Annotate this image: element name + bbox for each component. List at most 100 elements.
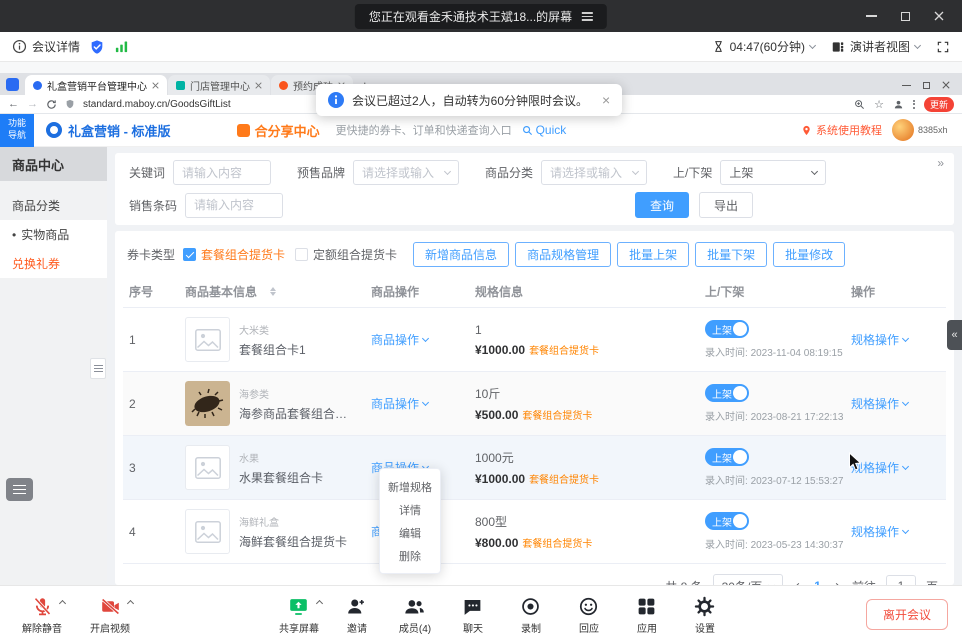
apps-button[interactable]: 应用 [619,594,675,635]
members-button[interactable]: 成员(4) [387,594,443,635]
mic-off-icon [32,596,53,617]
quick-link[interactable]: Quick [522,123,567,137]
close-icon[interactable] [942,81,950,89]
sidebar-item-label: 实物商品 [21,226,69,243]
share-screen-button[interactable]: 共享屏幕 [271,594,327,635]
shelf-toggle[interactable]: 上架 [705,512,749,530]
goto-page-input[interactable] [886,575,916,585]
share-center-link[interactable]: 合分享中心 [255,121,320,140]
close-button[interactable] [924,4,954,28]
tab-close-icon[interactable] [255,82,262,89]
keyword-input[interactable] [173,160,271,185]
url-field[interactable]: standard.maboy.cn/GoodsGiftList [83,99,231,110]
brand-select[interactable]: 请选择或输入 [353,160,459,185]
fullscreen-icon[interactable] [936,40,950,54]
share-menu-icon[interactable] [582,12,593,21]
right-panel-toggle[interactable]: « [947,320,962,350]
unmute-button[interactable]: 解除静音 [14,594,70,635]
notice-close-icon[interactable]: × [602,93,610,107]
share-options-chevron[interactable] [316,599,323,606]
bookmark-star-icon[interactable]: ☆ [874,98,884,111]
product-operation-link[interactable]: 商品操作 [371,395,428,412]
menu-item-delete[interactable]: 删除 [380,544,440,567]
spec-operation-link[interactable]: 规格操作 [851,459,908,476]
invite-button[interactable]: 邀请 [329,594,385,635]
image-placeholder-icon [195,329,221,351]
category-select[interactable]: 请选择或输入 [541,160,647,185]
refresh-icon[interactable] [46,99,57,110]
shelf-select[interactable]: 上架 [720,160,826,185]
tutorial-link[interactable]: 系统使用教程 [801,122,882,138]
maximize-button[interactable] [890,4,920,28]
batch-edit-button[interactable]: 批量修改 [773,242,845,267]
sort-icon[interactable] [270,287,276,296]
tab-close-icon[interactable] [152,82,159,89]
shelf-toggle[interactable]: 上架 [705,320,749,338]
close-icon [934,11,944,21]
checkbox-package-card[interactable] [183,248,196,261]
view-mode-dropdown[interactable]: 演讲者视图 [831,38,920,55]
shelf-toggle[interactable]: 上架 [705,448,749,466]
settings-button[interactable]: 设置 [677,594,733,635]
add-product-button[interactable]: 新增商品信息 [413,242,509,267]
tab-title: 门店管理中心 [190,78,250,93]
page-size-select[interactable]: 30条/页 [713,574,784,585]
browser-logo-icon[interactable] [6,78,19,91]
spec-operation-link[interactable]: 规格操作 [851,331,908,348]
nav-toggle-tab[interactable]: 功能导航 [0,114,34,147]
browser-menu-icon[interactable] [913,100,915,109]
spec-operation-link[interactable]: 规格操作 [851,395,908,412]
sidebar-item-category[interactable]: 商品分类 [0,191,107,220]
menu-item-edit[interactable]: 编辑 [380,521,440,544]
product-operation-link[interactable]: 商品操作 [371,331,428,348]
sidebar-item-physical-goods[interactable]: • 实物商品 [0,220,107,249]
column-header: 商品基本信息 [185,283,257,300]
camera-options-chevron[interactable] [127,599,134,606]
collapse-panel-icon[interactable]: » [937,156,944,170]
menu-item-details[interactable]: 详情 [380,498,440,521]
avatar[interactable] [892,119,914,141]
bullet-icon: • [12,228,16,242]
sidebar-item-gift-vouchers[interactable]: 兑换礼券 [0,249,107,278]
shelf-toggle[interactable]: 上架 [705,384,749,402]
security-shield-icon[interactable] [89,39,105,55]
browser-tab-active[interactable]: 礼盒营销平台管理中心 [25,75,167,95]
column-header: 操作 [845,276,946,307]
meeting-timer-dropdown[interactable]: 04:47(60分钟) [712,38,815,55]
product-image [185,381,230,426]
chat-button[interactable]: 聊天 [445,594,501,635]
user-icon[interactable] [893,99,904,110]
checkbox-fixed-card[interactable] [295,248,308,261]
forward-icon[interactable]: → [27,99,38,110]
sidebar-collapse-handle[interactable] [90,358,106,379]
minimize-button[interactable] [856,4,886,28]
browser-tab[interactable]: 门店管理中心 [168,75,270,95]
maximize-icon[interactable] [923,82,930,89]
reaction-button[interactable]: 回应 [561,594,617,635]
web-page: 功能导航 礼盒营销 - 标准版 合分享中心 更快捷的券卡、订单和快递查询入口 Q… [0,114,962,585]
barcode-input[interactable] [185,193,283,218]
start-video-button[interactable]: 开启视频 [82,594,138,635]
spec-operation-link[interactable]: 规格操作 [851,523,908,540]
search-plus-icon[interactable] [854,99,865,110]
page-info-icon[interactable] [65,99,75,109]
batch-on-shelf-button[interactable]: 批量上架 [617,242,689,267]
menu-item-add-spec[interactable]: 新增规格 [380,475,440,498]
search-button[interactable]: 查询 [635,192,689,218]
table-row: 1 大米类 套餐组合卡1 商品操作 [123,308,946,372]
back-icon[interactable]: ← [8,99,19,110]
invite-icon [346,596,367,617]
spec-manage-button[interactable]: 商品规格管理 [515,242,611,267]
mic-options-chevron[interactable] [59,599,66,606]
record-button[interactable]: 录制 [503,594,559,635]
minimize-icon[interactable] [902,85,911,86]
floating-list-widget[interactable] [6,478,33,501]
meeting-details-button[interactable]: 会议详情 [12,38,80,55]
export-button[interactable]: 导出 [699,192,753,218]
browser-update-button[interactable]: 更新 [924,97,954,112]
batch-off-shelf-button[interactable]: 批量下架 [695,242,767,267]
sidebar-item-label: 商品分类 [12,197,60,214]
quick-label: Quick [536,123,567,137]
network-signal-icon[interactable] [114,39,129,54]
leave-meeting-button[interactable]: 离开会议 [866,599,948,630]
